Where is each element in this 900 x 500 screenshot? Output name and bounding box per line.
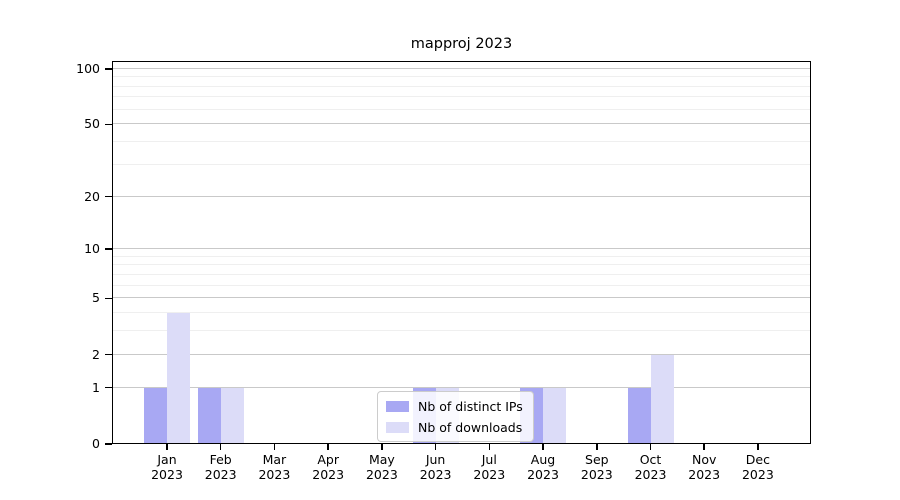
x-tick-mark xyxy=(381,444,383,450)
x-tick-label-month: Feb xyxy=(191,452,251,467)
x-tick-label-year: 2023 xyxy=(621,467,681,482)
y-tick-mark xyxy=(105,248,112,250)
x-tick-label: May2023 xyxy=(352,452,412,482)
x-tick-label-year: 2023 xyxy=(513,467,573,482)
x-tick-label-year: 2023 xyxy=(459,467,519,482)
x-tick-label-month: Aug xyxy=(513,452,573,467)
major-gridline xyxy=(112,68,811,69)
bar-downloads-aug xyxy=(543,388,566,444)
major-gridline xyxy=(112,123,811,124)
x-tick-mark xyxy=(166,444,168,450)
minor-gridline xyxy=(112,256,811,257)
x-tick-label: Feb2023 xyxy=(191,452,251,482)
minor-gridline xyxy=(112,330,811,331)
legend-label-downloads: Nb of downloads xyxy=(418,420,522,435)
y-tick-mark xyxy=(105,387,112,389)
x-tick-mark xyxy=(596,444,598,450)
y-tick-label: 0 xyxy=(0,435,100,453)
x-tick-label: Oct2023 xyxy=(621,452,681,482)
chart-figure: mapproj 2023 0125102050100Jan2023Feb2023… xyxy=(0,0,900,500)
x-tick-label: Mar2023 xyxy=(244,452,304,482)
x-tick-label: Nov2023 xyxy=(674,452,734,482)
major-gridline xyxy=(112,248,811,249)
x-tick-label-month: Dec xyxy=(728,452,788,467)
x-tick-label-month: Jan xyxy=(137,452,197,467)
y-tick-label: 1 xyxy=(0,379,100,397)
minor-gridline xyxy=(112,274,811,275)
minor-gridline xyxy=(112,285,811,286)
y-tick-label: 20 xyxy=(0,188,100,206)
x-tick-label: Apr2023 xyxy=(298,452,358,482)
minor-gridline xyxy=(112,76,811,77)
x-tick-mark xyxy=(489,444,491,450)
y-tick-label: 100 xyxy=(0,60,100,78)
bar-downloads-feb xyxy=(221,388,244,444)
legend-item-downloads: Nb of downloads xyxy=(386,418,523,436)
x-tick-label-month: Jun xyxy=(406,452,466,467)
x-tick-label: Dec2023 xyxy=(728,452,788,482)
minor-gridline xyxy=(112,96,811,97)
x-tick-mark xyxy=(757,444,759,450)
legend-swatch-downloads xyxy=(386,422,409,433)
y-tick-mark xyxy=(105,298,112,300)
x-tick-label-year: 2023 xyxy=(406,467,466,482)
x-tick-label-year: 2023 xyxy=(191,467,251,482)
y-tick-mark xyxy=(105,124,112,126)
y-tick-label: 50 xyxy=(0,115,100,133)
x-tick-label-month: Jul xyxy=(459,452,519,467)
x-tick-label-year: 2023 xyxy=(352,467,412,482)
x-tick-mark xyxy=(435,444,437,450)
bar-distinct-ips-jan xyxy=(144,388,167,444)
plot-area xyxy=(112,61,811,444)
legend: Nb of distinct IPs Nb of downloads xyxy=(377,391,534,442)
legend-label-distinct-ips: Nb of distinct IPs xyxy=(418,399,523,414)
x-tick-mark xyxy=(327,444,329,450)
x-tick-label-month: May xyxy=(352,452,412,467)
minor-gridline xyxy=(112,86,811,87)
chart-title: mapproj 2023 xyxy=(112,35,811,53)
minor-gridline xyxy=(112,109,811,110)
x-tick-label: Sep2023 xyxy=(567,452,627,482)
y-tick-mark xyxy=(105,68,112,70)
minor-gridline xyxy=(112,141,811,142)
x-tick-mark xyxy=(274,444,276,450)
bar-distinct-ips-feb xyxy=(198,388,221,444)
major-gridline xyxy=(112,354,811,355)
x-tick-label-month: Nov xyxy=(674,452,734,467)
x-tick-label-month: Oct xyxy=(621,452,681,467)
major-gridline xyxy=(112,297,811,298)
y-tick-label: 5 xyxy=(0,289,100,307)
y-tick-label: 10 xyxy=(0,240,100,258)
x-tick-label: Jan2023 xyxy=(137,452,197,482)
x-tick-mark xyxy=(650,444,652,450)
minor-gridline xyxy=(112,164,811,165)
major-gridline xyxy=(112,196,811,197)
y-tick-label: 2 xyxy=(0,346,100,364)
legend-item-distinct-ips: Nb of distinct IPs xyxy=(386,397,523,415)
x-tick-label-year: 2023 xyxy=(298,467,358,482)
x-tick-mark xyxy=(220,444,222,450)
x-tick-label-year: 2023 xyxy=(244,467,304,482)
x-tick-label-year: 2023 xyxy=(674,467,734,482)
minor-gridline xyxy=(112,312,811,313)
x-tick-mark xyxy=(703,444,705,450)
x-tick-label-month: Mar xyxy=(244,452,304,467)
x-tick-label-year: 2023 xyxy=(137,467,197,482)
x-tick-mark xyxy=(542,444,544,450)
x-tick-label-year: 2023 xyxy=(567,467,627,482)
bar-downloads-oct xyxy=(651,355,674,444)
bar-distinct-ips-oct xyxy=(628,388,651,444)
x-tick-label: Jul2023 xyxy=(459,452,519,482)
x-tick-label-month: Apr xyxy=(298,452,358,467)
legend-swatch-distinct-ips xyxy=(386,401,409,412)
x-tick-label-month: Sep xyxy=(567,452,627,467)
minor-gridline xyxy=(112,264,811,265)
y-tick-mark xyxy=(105,443,112,445)
y-tick-mark xyxy=(105,196,112,198)
y-tick-mark xyxy=(105,354,112,356)
bar-downloads-jan xyxy=(167,313,190,444)
x-tick-label: Aug2023 xyxy=(513,452,573,482)
x-tick-label-year: 2023 xyxy=(728,467,788,482)
x-tick-label: Jun2023 xyxy=(406,452,466,482)
